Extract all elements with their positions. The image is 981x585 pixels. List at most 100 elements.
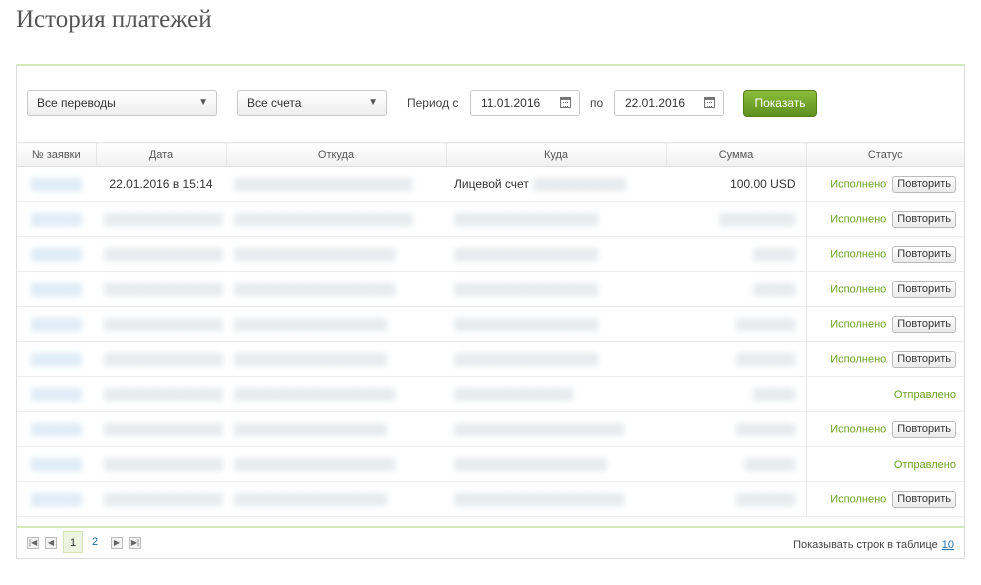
cell-to: ▒▒▒▒▒▒▒▒▒▒▒▒▒▒ [446, 376, 666, 412]
repeat-button[interactable]: Повторить [892, 245, 956, 263]
cell-from-text: ▒▒▒▒▒▒▒▒▒▒▒▒▒▒▒▒▒▒▒ [234, 282, 396, 296]
cell-to-text: ▒▒▒▒▒▒▒▒▒▒▒▒▒▒▒▒▒ [454, 352, 599, 366]
payments-table: № заявки Дата Откуда Куда Сумма Статус ▒… [17, 142, 964, 517]
repeat-button[interactable]: Повторить [892, 350, 956, 368]
repeat-button[interactable]: Повторить [892, 315, 956, 333]
table-row: ▒▒▒▒▒▒▒▒▒▒▒▒▒▒▒▒▒▒▒▒▒▒▒▒▒▒▒▒▒▒▒▒▒▒▒▒▒▒▒▒… [17, 341, 964, 377]
status-text: Отправлено [893, 389, 956, 401]
cell-sum-text: ▒▒▒▒▒ [752, 282, 796, 296]
last-page-icon[interactable]: ▶| [129, 537, 141, 549]
page-2-link[interactable]: 2 [85, 531, 105, 553]
cell-num: ▒▒▒▒▒▒ [17, 306, 96, 342]
first-page-icon[interactable]: |◀ [27, 537, 39, 549]
cell-sum: ▒▒▒▒▒ [666, 236, 806, 272]
cell-from-text: ▒▒▒▒▒▒▒▒▒▒▒▒▒▒▒▒▒▒▒ [234, 457, 396, 471]
cell-from-text: ▒▒▒▒▒▒▒▒▒▒▒▒▒▒▒▒▒▒ [234, 422, 388, 436]
status-text: Исполнено [830, 493, 887, 506]
table-row: ▒▒▒▒▒▒▒▒▒▒▒▒▒▒▒▒▒▒▒▒▒▒▒▒▒▒▒▒▒▒▒▒▒▒▒▒▒▒▒▒… [17, 236, 964, 272]
status-text: Отправлено [893, 459, 956, 471]
cell-to-text: ▒▒▒▒▒▒▒▒▒▒▒▒▒▒▒▒▒ [454, 282, 599, 296]
repeat-button[interactable]: Повторить [892, 420, 956, 438]
header-date[interactable]: Дата [95, 142, 226, 167]
header-from[interactable]: Откуда [225, 142, 446, 167]
cell-from: ▒▒▒▒▒▒▒▒▒▒▒▒▒▒▒▒▒▒▒▒▒ [226, 201, 446, 237]
status-text: Исполнено [830, 318, 887, 331]
cell-num: ▒▒▒▒▒▒ [17, 481, 96, 517]
cell-date: ▒▒▒▒▒▒▒▒▒▒▒▒▒▒ [96, 306, 226, 342]
cell-num: ▒▒▒▒▒▒ [17, 376, 96, 412]
repeat-button[interactable]: Повторить [892, 280, 956, 298]
prev-page-icon[interactable]: ◀ [45, 537, 57, 549]
cell-num-text: ▒▒▒▒▒▒ [30, 212, 82, 226]
repeat-button[interactable]: Повторить [892, 490, 956, 508]
cell-date-text: ▒▒▒▒▒▒▒▒▒▒▒▒▒▒ [104, 352, 224, 366]
cell-num: ▒▒▒▒▒▒ [17, 236, 96, 272]
cell-date: ▒▒▒▒▒▒▒▒▒▒▒▒▒▒ [96, 341, 226, 377]
rows-per-page: Показывать строк в таблице 10 [793, 539, 954, 551]
cell-num-text: ▒▒▒▒▒▒ [30, 387, 82, 401]
cell-num-text: ▒▒▒▒▒▒ [30, 177, 82, 191]
header-status[interactable]: Статус [805, 142, 964, 167]
cell-status: Исполнено Повторить [805, 306, 964, 342]
cell-sum: ▒▒▒▒▒▒▒ [666, 341, 806, 377]
cell-status: Исполнено Повторить [805, 166, 964, 202]
cell-num-text: ▒▒▒▒▒▒ [30, 492, 82, 506]
date-from-field[interactable]: 11.01.2016 [470, 90, 580, 116]
header-to[interactable]: Куда [445, 142, 666, 167]
chevron-down-icon: ▼ [368, 97, 378, 108]
page-1-link[interactable]: 1 [63, 531, 83, 553]
cell-sum: ▒▒▒▒▒▒ [666, 446, 806, 482]
cell-from: ▒▒▒▒▒▒▒▒▒▒▒▒▒▒▒▒▒▒ [226, 411, 446, 447]
cell-to-text: ▒▒▒▒▒▒▒▒▒▒▒▒▒▒▒▒▒▒▒▒ [454, 492, 625, 506]
table-row: ▒▒▒▒▒▒▒▒▒▒▒▒▒▒▒▒▒▒▒▒▒▒▒▒▒▒▒▒▒▒▒▒▒▒▒▒▒▒▒▒… [17, 481, 964, 517]
cell-status: Отправлено [805, 446, 964, 482]
table-footer: |◀ ◀ 1 2 ▶ ▶| Показывать строк в таблице… [17, 526, 964, 560]
transfer-type-select[interactable]: Все переводы ▼ [27, 90, 217, 116]
show-button[interactable]: Показать [743, 90, 817, 117]
header-num[interactable]: № заявки [17, 142, 96, 167]
cell-date-text: ▒▒▒▒▒▒▒▒▒▒▒▒▒▒ [104, 492, 224, 506]
accounts-select[interactable]: Все счета ▼ [237, 90, 387, 116]
cell-sum-text: ▒▒▒▒▒ [752, 387, 796, 401]
cell-num-text: ▒▒▒▒▒▒ [30, 317, 82, 331]
cell-num-text: ▒▒▒▒▒▒ [30, 422, 82, 436]
repeat-button[interactable]: Повторить [892, 210, 956, 228]
cell-status: Исполнено Повторить [805, 411, 964, 447]
table-row: ▒▒▒▒▒▒▒▒▒▒▒▒▒▒▒▒▒▒▒▒▒▒▒▒▒▒▒▒▒▒▒▒▒▒▒▒▒▒▒▒… [17, 376, 964, 412]
cell-date-text: ▒▒▒▒▒▒▒▒▒▒▒▒▒▒ [104, 457, 224, 471]
cell-from: ▒▒▒▒▒▒▒▒▒▒▒▒▒▒▒▒▒▒▒▒▒ [226, 166, 446, 202]
cell-from-text: ▒▒▒▒▒▒▒▒▒▒▒▒▒▒▒▒▒▒ [234, 317, 388, 331]
cell-status: Исполнено Повторить [805, 271, 964, 307]
cell-sum: ▒▒▒▒▒▒▒▒▒ [666, 201, 806, 237]
cell-status: Исполнено Повторить [805, 341, 964, 377]
date-to-field[interactable]: 22.01.2016 [614, 90, 724, 116]
cell-from: ▒▒▒▒▒▒▒▒▒▒▒▒▒▒▒▒▒▒▒ [226, 271, 446, 307]
cell-num: ▒▒▒▒▒▒ [17, 446, 96, 482]
calendar-icon[interactable] [704, 97, 715, 108]
cell-sum: ▒▒▒▒▒ [666, 271, 806, 307]
table-row: ▒▒▒▒▒▒▒▒▒▒▒▒▒▒▒▒▒▒▒▒▒▒▒▒▒▒▒▒▒▒▒▒▒▒▒▒▒▒▒▒… [17, 271, 964, 307]
calendar-icon[interactable] [560, 97, 571, 108]
cell-to-text: ▒▒▒▒▒▒▒▒▒▒▒▒▒▒▒▒▒ [454, 212, 599, 226]
next-page-icon[interactable]: ▶ [111, 537, 123, 549]
repeat-button[interactable]: Повторить [892, 175, 956, 193]
header-sum[interactable]: Сумма [665, 142, 806, 167]
filter-bar: Все переводы ▼ Все счета ▼ Период с 11.0… [27, 90, 957, 118]
table-row: ▒▒▒▒▒▒▒▒▒▒▒▒▒▒▒▒▒▒▒▒▒▒▒▒▒▒▒▒▒▒▒▒▒▒▒▒▒▒▒▒… [17, 446, 964, 482]
cell-to: Лицевой счет ▒▒▒▒▒▒▒▒▒▒▒ [446, 166, 666, 202]
cell-from-text: ▒▒▒▒▒▒▒▒▒▒▒▒▒▒▒▒▒▒▒▒▒ [234, 212, 413, 226]
date-to-value: 22.01.2016 [625, 96, 686, 110]
cell-to-text: ▒▒▒▒▒▒▒▒▒▒▒ [532, 177, 627, 191]
cell-sum-text: ▒▒▒▒▒▒ [744, 457, 796, 471]
cell-date-text: ▒▒▒▒▒▒▒▒▒▒▒▒▒▒ [104, 282, 224, 296]
cell-date: ▒▒▒▒▒▒▒▒▒▒▒▒▒▒ [96, 446, 226, 482]
cell-num: ▒▒▒▒▒▒ [17, 166, 96, 202]
rows-per-page-value[interactable]: 10 [942, 539, 954, 551]
cell-sum: ▒▒▒▒▒ [666, 376, 806, 412]
cell-from-text: ▒▒▒▒▒▒▒▒▒▒▒▒▒▒▒▒▒▒ [234, 352, 388, 366]
cell-to: ▒▒▒▒▒▒▒▒▒▒▒▒▒▒▒▒▒ [446, 341, 666, 377]
cell-date: ▒▒▒▒▒▒▒▒▒▒▒▒▒▒ [96, 411, 226, 447]
cell-sum-text: ▒▒▒▒▒▒▒ [735, 352, 796, 366]
table-row: ▒▒▒▒▒▒▒▒▒▒▒▒▒▒▒▒▒▒▒▒▒▒▒▒▒▒▒▒▒▒▒▒▒▒▒▒▒▒▒▒… [17, 306, 964, 342]
period-to-label: по [590, 96, 604, 110]
